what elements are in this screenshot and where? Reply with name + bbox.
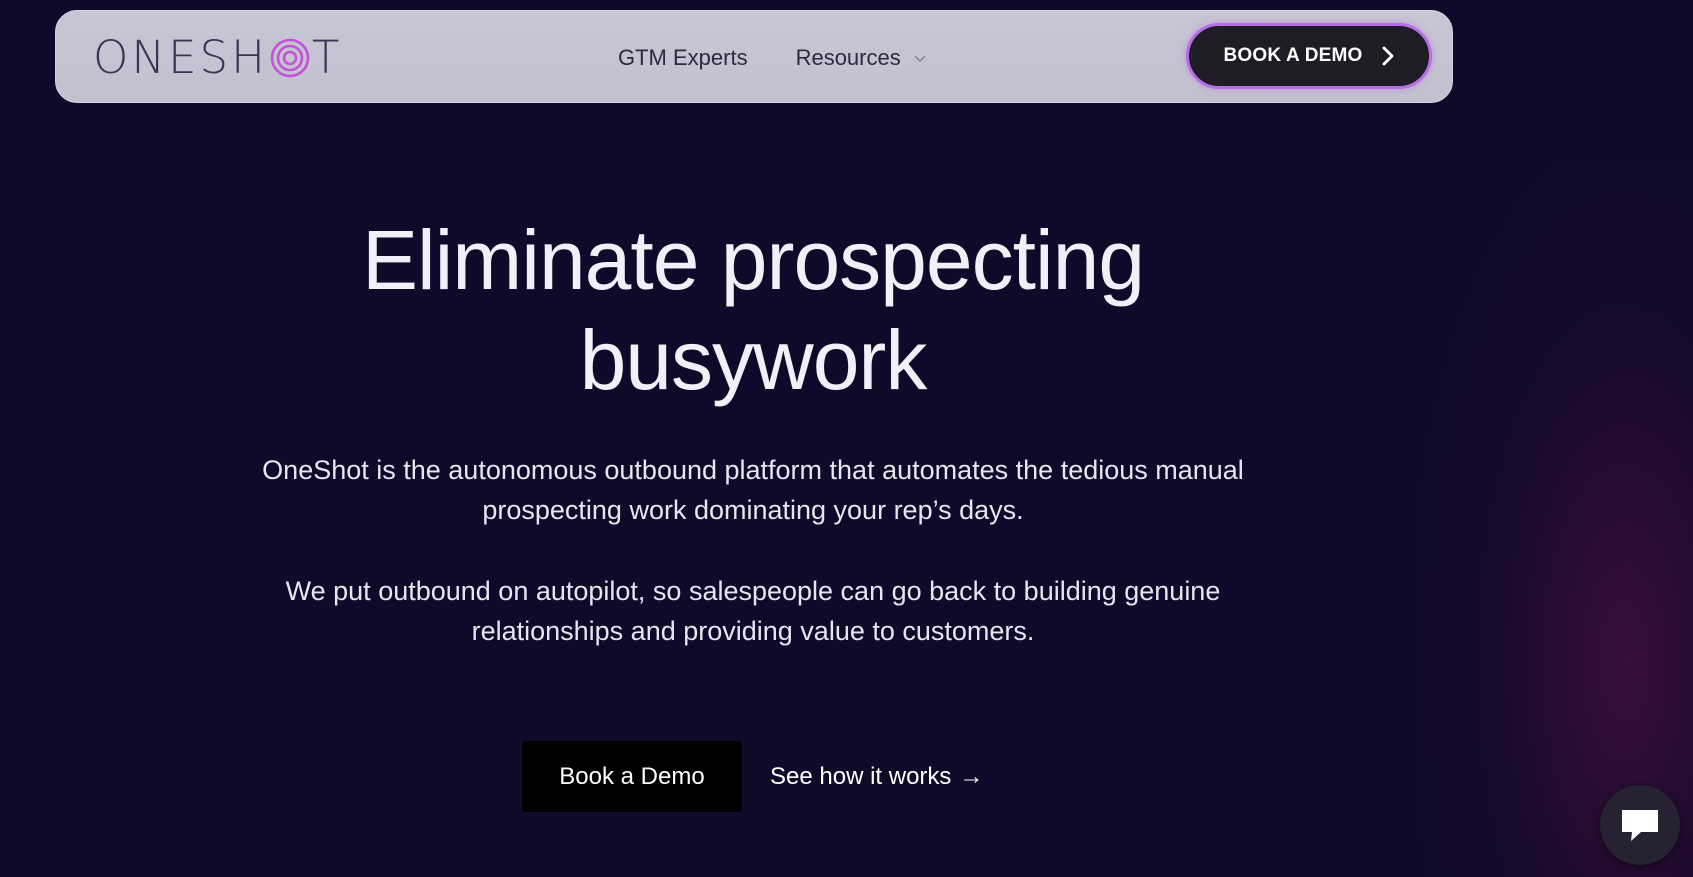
hero-description: OneShot is the autonomous outbound platf…	[203, 450, 1303, 530]
hero-title-line1: Eliminate prospecting	[361, 213, 1145, 307]
nav-link-label: Resources	[795, 44, 901, 70]
book-demo-nav-button[interactable]: BOOK A DEMO	[1186, 23, 1432, 89]
hero-description-line1: OneShot is the autonomous outbound platf…	[262, 455, 1244, 485]
chevron-right-icon	[1382, 46, 1393, 66]
arrow-right-icon: →	[959, 762, 984, 790]
book-demo-nav-label: BOOK A DEMO	[1223, 45, 1363, 66]
logo-text-right: T	[311, 31, 343, 84]
book-demo-label: Book a Demo	[559, 762, 705, 790]
nav-links: GTM Experts Resources	[618, 11, 927, 104]
see-how-it-works-link[interactable]: See how it works →	[770, 763, 983, 791]
hero-cta-row: Book a Demo See how it works →	[522, 741, 983, 812]
top-navbar: ONESH T GTM Experts Resources BOOK A DEM…	[55, 10, 1453, 103]
chat-widget-button[interactable]	[1600, 785, 1680, 865]
chevron-down-icon	[914, 54, 926, 62]
oneshot-logo[interactable]: ONESH T	[93, 35, 383, 81]
logo-text-left: ONESH	[93, 31, 268, 84]
see-how-it-works-label: See how it works	[770, 762, 952, 790]
hero-description-line2: prospecting work dominating your rep’s d…	[482, 495, 1024, 525]
hero-title-line2: busywork	[579, 313, 928, 407]
hero-value-line2: relationships and providing value to cus…	[471, 616, 1035, 646]
nav-link-label: GTM Experts	[618, 44, 748, 70]
nav-link-gtm-experts[interactable]: GTM Experts	[618, 45, 748, 71]
hero-title: Eliminate prospecting busywork	[0, 210, 1506, 410]
nav-link-resources[interactable]: Resources	[796, 45, 927, 71]
hero-value-line1: We put outbound on autopilot, so salespe…	[285, 576, 1221, 606]
hero-value-proposition: We put outbound on autopilot, so salespe…	[203, 571, 1303, 651]
chat-bubble-icon	[1622, 810, 1658, 841]
target-rings-icon	[270, 38, 310, 78]
book-demo-button[interactable]: Book a Demo	[522, 741, 742, 812]
